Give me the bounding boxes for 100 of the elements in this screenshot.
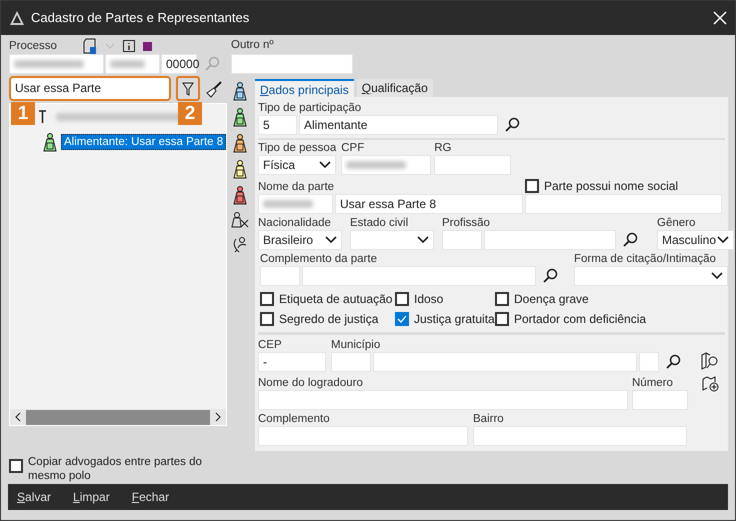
field-label: Gênero	[657, 216, 696, 230]
field-label: RG	[434, 141, 452, 155]
tab[interactable]: Qualificação	[356, 79, 433, 97]
checkbox-label: Copiar advogados entre partes do mesmo polo	[28, 455, 203, 483]
field-label: Nacionalidade	[258, 216, 332, 230]
input-field[interactable]	[484, 230, 616, 250]
blurred-text	[263, 200, 313, 208]
field-label: Número	[632, 376, 674, 390]
window-title: Cadastro de Partes e Representantes	[31, 9, 250, 28]
callout-badge: 2	[178, 102, 202, 125]
field-label: Complemento da parte	[260, 252, 378, 266]
input-field[interactable]	[434, 155, 512, 175]
input-field[interactable]	[9, 54, 104, 74]
footer-button[interactable]: Fechar	[132, 488, 170, 506]
input-field[interactable]	[258, 426, 468, 446]
checkbox-label: Segredo de justiça	[279, 311, 378, 328]
input-field[interactable]	[260, 266, 300, 286]
map-add-icon[interactable]	[702, 374, 720, 392]
checkbox[interactable]	[495, 312, 509, 326]
chevron-down-icon	[325, 236, 337, 244]
field-label: CPF	[341, 141, 366, 155]
checkbox-label: Portador com deficiência	[514, 311, 646, 328]
chevron-down-icon	[717, 236, 729, 244]
dropdown[interactable]: Masculino	[657, 230, 734, 250]
footer-button[interactable]: Salvar	[17, 488, 52, 506]
filter-button[interactable]	[176, 76, 200, 101]
person-icon[interactable]	[232, 81, 248, 101]
chevron-down-icon	[711, 272, 723, 280]
search-icon[interactable]	[504, 117, 520, 133]
search-icon[interactable]	[665, 354, 681, 370]
field-label: Estado civil	[350, 216, 410, 230]
callout-badge: 1	[11, 102, 35, 125]
field-label: Nome do logradouro	[258, 376, 364, 390]
field-label: Tipo de pessoa	[258, 141, 336, 155]
input-field[interactable]	[442, 230, 482, 250]
field-label: Forma de citação/Intimação	[574, 252, 717, 266]
checkbox-label: Etiqueta de autuação	[279, 291, 392, 308]
input-field[interactable]: Alimentante	[299, 115, 498, 135]
checkbox[interactable]	[260, 292, 274, 306]
input-field[interactable]: -	[258, 352, 326, 372]
tab[interactable]: Dados principais	[255, 79, 354, 97]
app-logo-icon	[9, 10, 25, 26]
input-field[interactable]	[105, 54, 160, 74]
input-field[interactable]	[473, 426, 687, 446]
tree-node-icon[interactable]	[38, 110, 48, 124]
field-label: Nome da parte	[258, 180, 336, 194]
input-field[interactable]	[302, 266, 536, 286]
search-icon[interactable]	[622, 232, 638, 248]
input-field[interactable]	[632, 390, 688, 410]
field-label: Município	[331, 338, 382, 352]
field-label: CEP	[258, 338, 283, 352]
input-field[interactable]	[231, 54, 353, 74]
document-icon[interactable]	[82, 38, 97, 54]
person-swap-icon[interactable]	[230, 235, 248, 253]
input-field[interactable]: Usar essa Parte 8	[335, 194, 523, 214]
person-icon[interactable]	[232, 159, 248, 179]
info-icon[interactable]	[122, 40, 135, 52]
field-label: Complemento	[258, 412, 331, 426]
checkbox-label: Idoso	[414, 291, 444, 308]
search-field[interactable]: Usar essa Parte	[9, 76, 171, 101]
input-field[interactable]	[258, 390, 628, 410]
search-icon[interactable]	[542, 268, 558, 284]
map-search-icon[interactable]	[701, 352, 719, 370]
input-field[interactable]	[373, 352, 637, 372]
dropdown[interactable]: Brasileiro	[258, 230, 342, 250]
scrollbar-thumb[interactable]	[26, 410, 210, 424]
checkbox[interactable]	[9, 459, 23, 473]
person-remove-icon[interactable]	[230, 211, 248, 229]
person-icon[interactable]	[232, 185, 248, 205]
person-icon[interactable]	[42, 132, 58, 152]
checkbox-label: Doença grave	[514, 291, 589, 308]
input-field[interactable]	[331, 352, 371, 372]
person-icon[interactable]	[232, 107, 248, 127]
dropdown[interactable]: Física	[258, 155, 336, 175]
filter-icon	[182, 82, 194, 96]
tree-item[interactable]: Alimentante: Usar essa Parte 8	[61, 134, 226, 150]
input-field[interactable]	[341, 155, 432, 175]
checkbox[interactable]	[260, 312, 274, 326]
checkbox-label: Parte possui nome social	[544, 178, 678, 195]
blurred-text	[14, 60, 84, 68]
input-field[interactable]: 00000	[161, 54, 197, 74]
checkbox[interactable]	[525, 179, 539, 193]
input-field[interactable]	[258, 194, 333, 214]
chevron-down-icon	[417, 236, 429, 244]
close-icon[interactable]	[713, 11, 727, 25]
broom-icon[interactable]	[205, 80, 223, 98]
checkbox[interactable]	[395, 292, 409, 306]
checkbox[interactable]	[395, 312, 409, 326]
input-field[interactable]: 5	[258, 115, 297, 135]
blurred-text	[346, 161, 406, 169]
footer-button[interactable]: Limpar	[73, 488, 110, 506]
field-label: Profissão	[442, 216, 491, 230]
input-field[interactable]	[525, 194, 722, 214]
input-field[interactable]	[639, 352, 659, 372]
checkbox[interactable]	[495, 292, 509, 306]
blurred-text	[110, 60, 145, 68]
person-icon[interactable]	[232, 133, 248, 153]
chevron-down-icon	[319, 161, 331, 169]
checkbox-label: Justiça gratuita	[414, 311, 495, 328]
field-label: Tipo de participação	[258, 101, 362, 115]
